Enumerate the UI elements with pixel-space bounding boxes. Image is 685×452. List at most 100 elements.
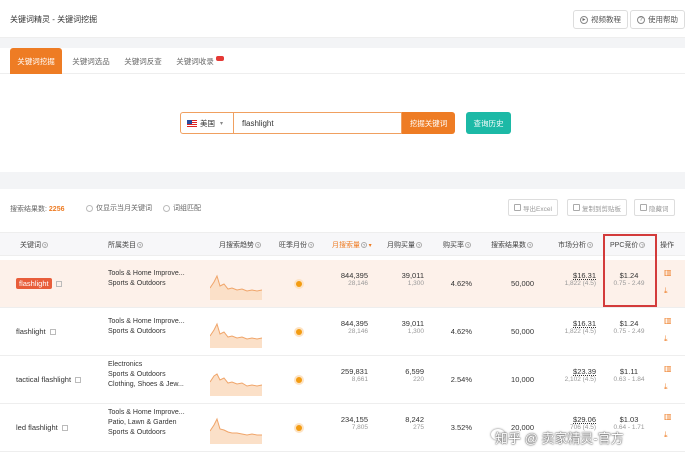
search-volume-cell: 844,395 28,146	[318, 271, 368, 287]
video-tutorial-button[interactable]: ▸ 视频教程	[573, 10, 628, 29]
peak-month-dot	[296, 425, 302, 431]
purchase-cell: 39,011 1,300	[378, 271, 424, 287]
copy-clipboard-button[interactable]: 复制到剪贴板	[567, 199, 627, 216]
tab-label: 关键词反查	[124, 56, 162, 66]
keyword-text[interactable]: flashlight	[16, 327, 46, 336]
country-select[interactable]: 美国 ▾	[180, 112, 234, 134]
download-icon[interactable]: ⤓	[664, 286, 668, 296]
hide-icon	[640, 204, 647, 211]
dig-keywords-button[interactable]: 挖掘关键词	[402, 112, 455, 134]
col-peak-month[interactable]: 旺季月份?	[279, 240, 314, 250]
chart-icon[interactable]: ▥	[664, 412, 672, 421]
result-count-cell: 50,000	[511, 327, 534, 336]
keyword-text[interactable]: flashlight	[16, 278, 52, 289]
tab-bar: 关键词挖掘 关键词选品 关键词反查 关键词收录	[0, 48, 685, 74]
video-tutorial-label: 视频教程	[591, 15, 621, 24]
download-icon[interactable]: ⤓	[664, 430, 668, 440]
col-result-count[interactable]: 搜索结果数?	[491, 240, 533, 250]
col-search-volume[interactable]: 月搜索量? ▾	[332, 240, 372, 250]
external-link-icon[interactable]	[49, 329, 56, 336]
trend-sparkline	[210, 373, 262, 396]
search-panel: 关键词挖掘 关键词选品 关键词反查 关键词收录 美国 ▾ 挖掘关键词 查询历史	[0, 48, 685, 172]
keyword-cell: led flashlight	[16, 423, 68, 432]
help-icon: ?	[42, 242, 48, 249]
page-title: 关键词精灵 - 关键词挖掘	[10, 15, 98, 24]
col-keyword[interactable]: 关键词?	[20, 240, 48, 250]
help-button[interactable]: ? 使用帮助	[630, 10, 685, 29]
help-icon: ?	[308, 242, 314, 249]
keyword-cell: flashlight	[16, 278, 62, 289]
category-item: Clothing, Shoes & Jew...	[108, 381, 184, 388]
purchase-cell: 6,599 220	[378, 367, 424, 383]
download-icon[interactable]: ⤓	[664, 334, 668, 344]
tab-label: 关键词挖掘	[17, 56, 55, 66]
market-cell[interactable]: $16.31 1,822 (4.5)	[548, 271, 596, 287]
category-item: Patio, Lawn & Garden	[108, 419, 177, 426]
category-item: Sports & Outdoors	[108, 328, 166, 335]
purchase-value: 6,599	[405, 367, 424, 376]
search-volume-value: 259,831	[340, 367, 368, 376]
keyword-text[interactable]: led flashlight	[16, 423, 58, 432]
market-price: $29.06	[573, 415, 596, 424]
col-purchase-rate[interactable]: 购买率?	[443, 240, 471, 250]
keyword-search-input[interactable]	[234, 112, 402, 134]
purchase-rate-cell: 3.52%	[450, 423, 472, 432]
table-row[interactable]: flashlight Tools & Home Improve... Sports…	[0, 308, 685, 356]
col-purchases[interactable]: 月购买量?	[387, 240, 422, 250]
phrase-match-toggle[interactable]: 词组匹配	[163, 203, 201, 213]
search-volume-cell: 234,155 7,805	[318, 415, 368, 431]
us-flag-icon	[187, 119, 197, 127]
download-icon[interactable]: ⤓	[664, 382, 668, 392]
category-item: Tools & Home Improve...	[108, 270, 185, 277]
help-icon: ?	[465, 242, 471, 249]
chart-icon[interactable]: ▥	[664, 316, 672, 325]
table-row[interactable]: flashlight Tools & Home Improve... Sports…	[0, 260, 685, 308]
radio-icon	[163, 204, 170, 212]
col-category[interactable]: 所属类目?	[108, 240, 143, 250]
ppc-value: $1.11	[619, 367, 639, 376]
tab-keyword-mining[interactable]: 关键词挖掘	[10, 48, 62, 74]
market-price: $23.39	[573, 367, 596, 376]
search-volume-sub: 8,661	[351, 376, 368, 383]
search-volume-sub: 7,805	[351, 424, 368, 431]
tab-keyword-index[interactable]: 关键词收录	[172, 48, 228, 74]
market-sub: 2,102 (4.5)	[564, 376, 596, 383]
category-item: Sports & Outdoors	[108, 371, 166, 378]
chart-icon[interactable]: ▥	[664, 364, 672, 373]
market-cell[interactable]: $16.31 1,822 (4.5)	[548, 319, 596, 335]
tab-reverse-lookup[interactable]: 关键词反查	[118, 48, 168, 74]
col-trend[interactable]: 月搜索趋势?	[219, 240, 261, 250]
ppc-highlight-box	[603, 234, 657, 307]
external-link-icon[interactable]	[55, 281, 62, 288]
ppc-value: $1.03	[619, 415, 639, 424]
external-link-icon[interactable]	[75, 377, 82, 384]
market-cell[interactable]: $23.39 2,102 (4.5)	[548, 367, 596, 383]
chevron-down-icon: ▾	[220, 120, 224, 127]
hide-label: 隐藏词	[649, 205, 669, 213]
export-label: 导出Excel	[523, 205, 552, 213]
result-count-value: 2256	[48, 206, 65, 213]
export-icon	[514, 204, 521, 211]
ppc-range: 0.63 - 1.84	[613, 376, 645, 383]
external-link-icon[interactable]	[61, 425, 68, 432]
chart-icon[interactable]: ▥	[664, 268, 672, 277]
help-icon: ?	[527, 242, 533, 249]
category-cell: Electronics Sports & Outdoors Clothing, Sh…	[108, 360, 184, 390]
trend-sparkline	[210, 417, 262, 444]
purchase-cell: 39,011 1,300	[378, 319, 424, 335]
query-history-button[interactable]: 查询历史	[466, 112, 511, 134]
keyword-text[interactable]: tactical flashlight	[16, 375, 71, 384]
ppc-value: $1.24	[619, 319, 639, 328]
copy-icon	[573, 204, 580, 211]
current-month-label: 仅显示当月关键词	[96, 205, 152, 212]
export-excel-button[interactable]: 导出Excel	[508, 199, 558, 216]
tab-keyword-product[interactable]: 关键词选品	[64, 48, 118, 74]
hide-words-button[interactable]: 隐藏词	[634, 199, 675, 216]
keyword-cell: flashlight	[16, 327, 56, 336]
col-actions: 操作	[660, 242, 674, 249]
watermark: 知乎 @ 卖家精灵-官方	[495, 431, 624, 446]
col-market-analysis[interactable]: 市场分析?	[558, 240, 593, 250]
purchase-value: 8,242	[405, 415, 424, 424]
table-row[interactable]: tactical flashlight Electronics Sports & …	[0, 356, 685, 404]
current-month-toggle[interactable]: 仅显示当月关键词	[86, 203, 152, 213]
